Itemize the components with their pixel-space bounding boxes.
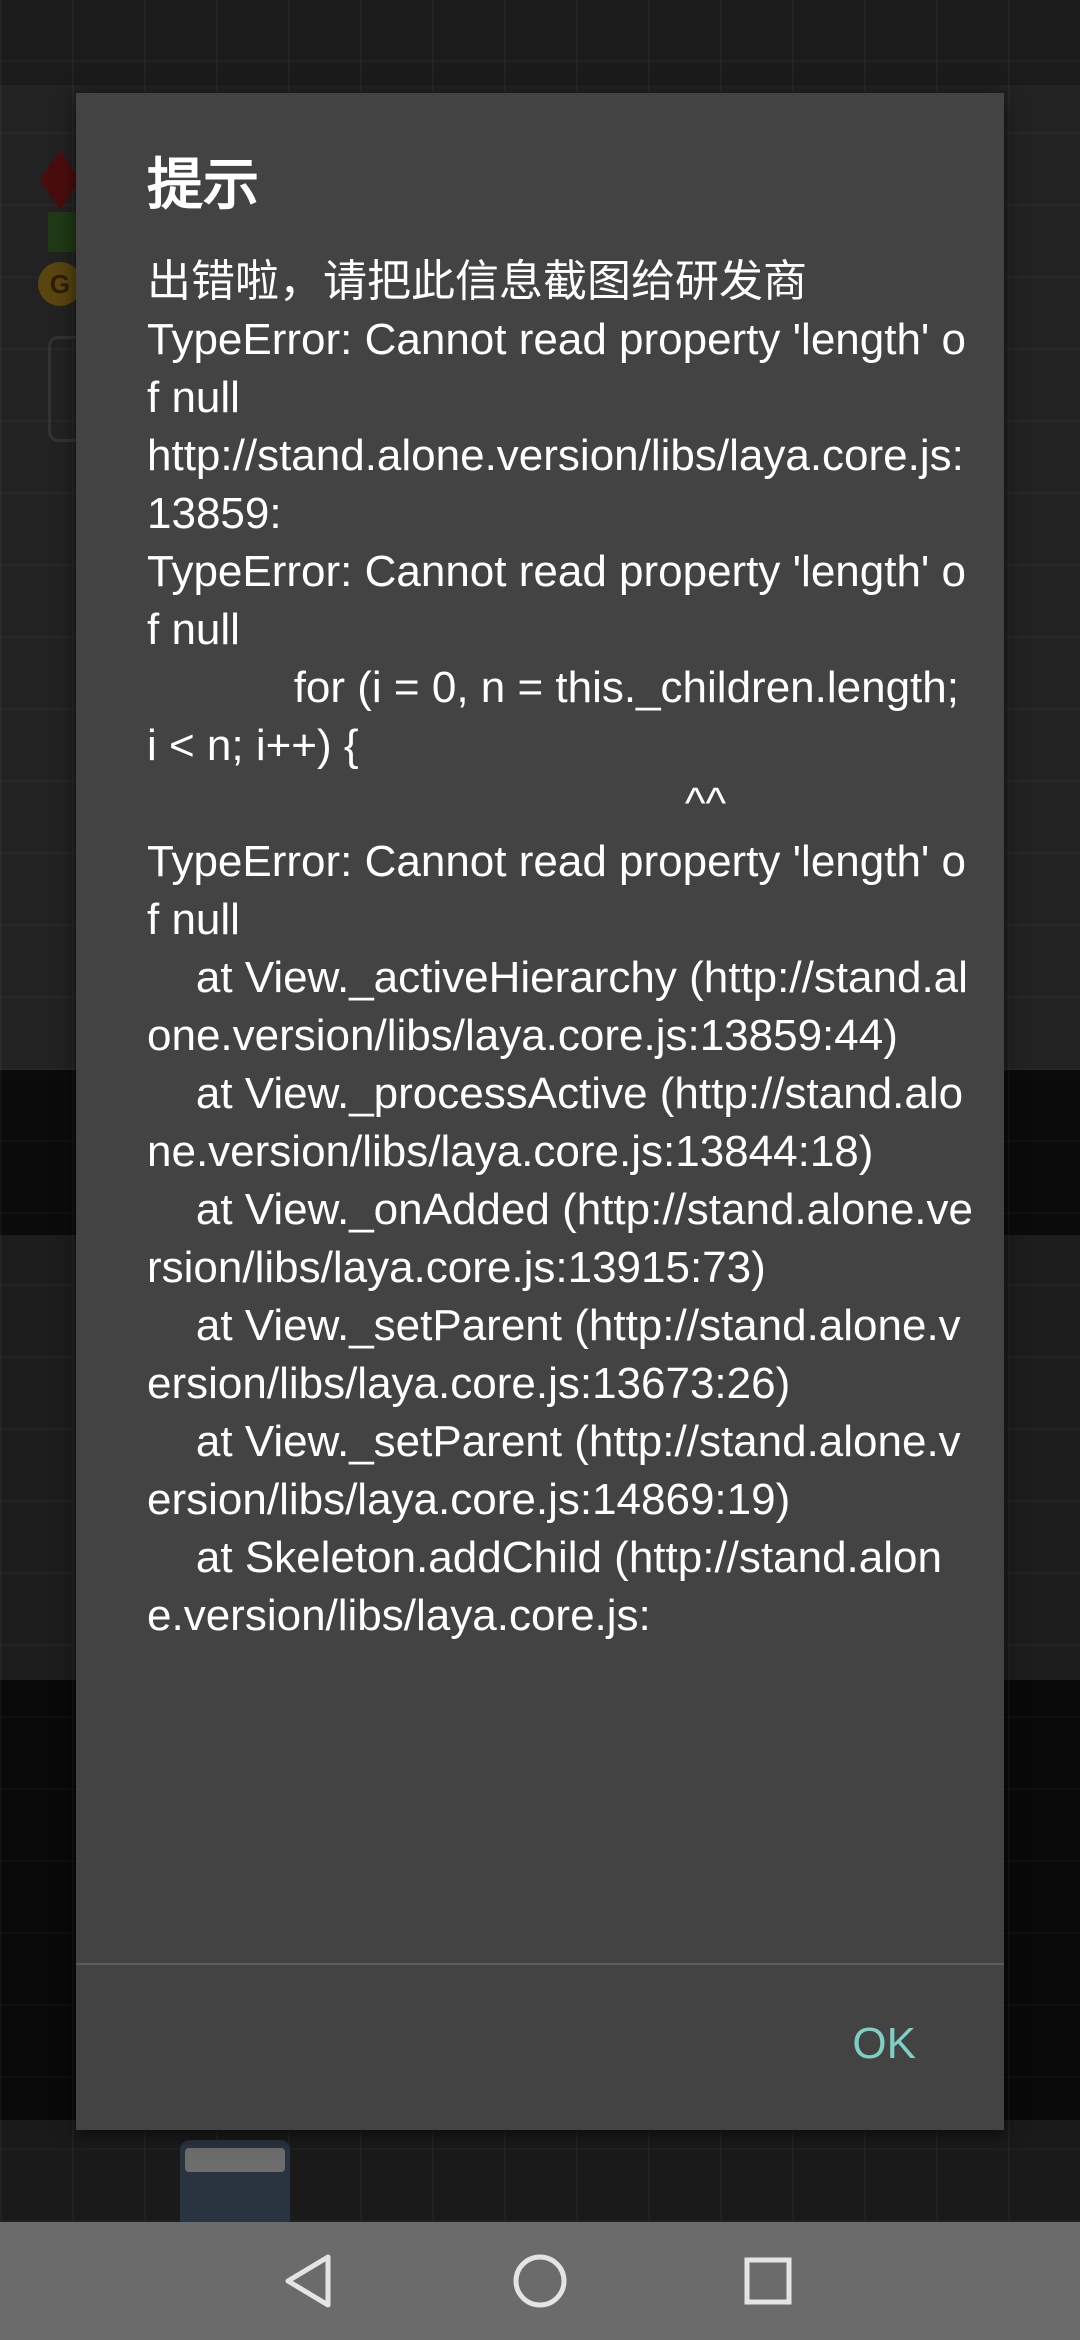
square-recents-icon — [744, 2257, 792, 2305]
triangle-back-icon — [285, 2254, 331, 2308]
dialog-divider — [76, 1963, 1004, 1965]
green-marker-icon — [48, 212, 76, 252]
home-button[interactable] — [480, 2222, 600, 2340]
screen: G 提示 出错啦，请把此信息截图给研发商 TypeError: Cannot r… — [0, 0, 1080, 2340]
red-marker-icon — [40, 150, 80, 210]
error-dialog: 提示 出错啦，请把此信息截图给研发商 TypeError: Cannot rea… — [76, 93, 1004, 2130]
navigation-bar — [0, 2222, 1080, 2340]
dialog-title: 提示 — [147, 153, 259, 216]
dialog-message: 出错啦，请把此信息截图给研发商 TypeError: Cannot read p… — [147, 257, 973, 1640]
back-button[interactable] — [248, 2222, 368, 2340]
dialog-message-scroll[interactable]: 出错啦，请把此信息截图给研发商 TypeError: Cannot read p… — [147, 253, 977, 2056]
circle-home-icon — [513, 2254, 567, 2308]
ok-button[interactable]: OK — [852, 2019, 916, 2069]
character-figure-cap — [185, 2148, 285, 2172]
recents-button[interactable] — [708, 2222, 828, 2340]
